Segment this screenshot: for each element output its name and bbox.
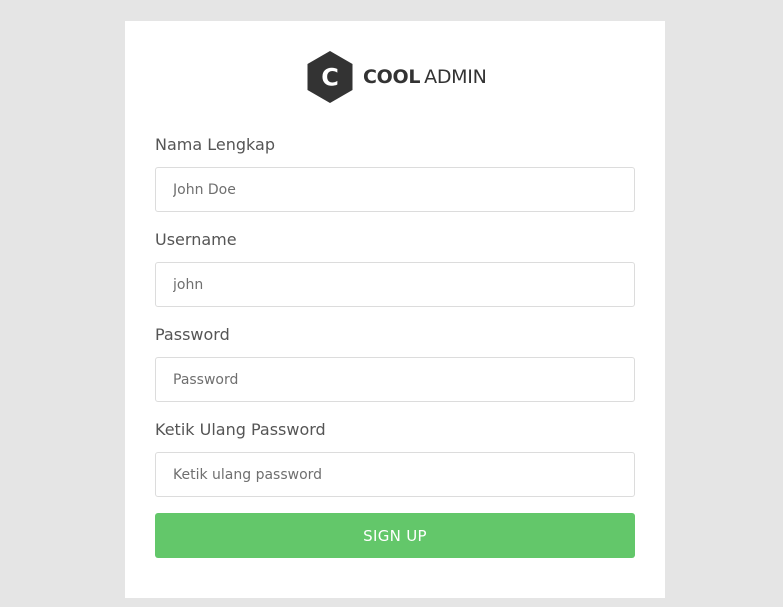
password-label: Password bbox=[155, 325, 230, 344]
confirm-password-label: Ketik Ulang Password bbox=[155, 420, 326, 439]
full-name-label: Nama Lengkap bbox=[155, 135, 275, 154]
hexagon-c-logo-icon: C bbox=[307, 51, 353, 103]
confirm-password-input[interactable] bbox=[155, 452, 635, 497]
brand-logo[interactable]: C COOL ADMIN bbox=[306, 50, 487, 104]
password-input[interactable] bbox=[155, 357, 635, 402]
full-name-input[interactable] bbox=[155, 167, 635, 212]
username-input[interactable] bbox=[155, 262, 635, 307]
brand-name: COOL ADMIN bbox=[363, 66, 487, 88]
brand-name-bold: COOL bbox=[363, 66, 421, 88]
brand-name-light: ADMIN bbox=[424, 66, 487, 88]
logo-letter: C bbox=[321, 64, 339, 92]
sign-up-button[interactable]: SIGN UP bbox=[155, 513, 635, 558]
signup-card: C COOLADMIN Nama Lengkap Username Passwo… bbox=[125, 21, 665, 598]
username-label: Username bbox=[155, 230, 237, 249]
